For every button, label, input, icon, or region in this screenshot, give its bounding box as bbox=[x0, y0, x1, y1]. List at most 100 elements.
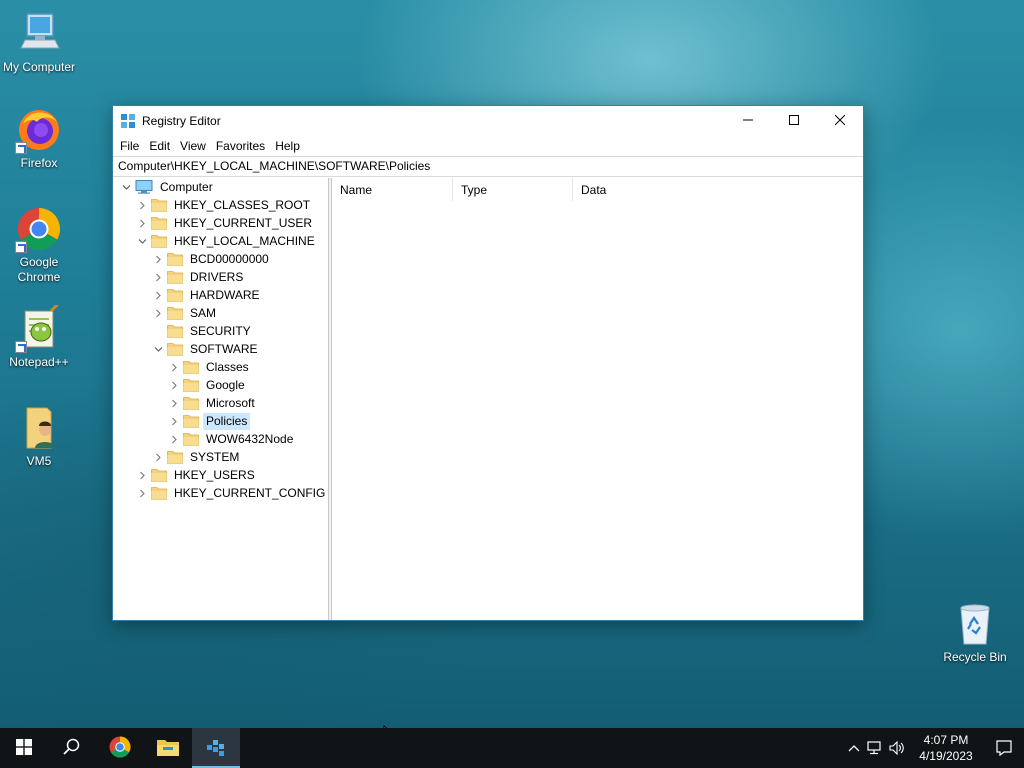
menu-bar: File Edit View Favorites Help bbox=[113, 136, 863, 156]
desktop-icon-recycle-bin[interactable]: Recycle Bin bbox=[936, 600, 1014, 665]
chevron-right-icon[interactable] bbox=[135, 196, 149, 214]
firefox-icon bbox=[15, 106, 63, 154]
volume-icon[interactable] bbox=[886, 741, 908, 755]
minimize-button[interactable] bbox=[725, 106, 771, 136]
desktop-icon-label: VM5 bbox=[26, 454, 52, 468]
folder-icon bbox=[167, 270, 183, 284]
taskbar-chrome-button[interactable] bbox=[96, 728, 144, 768]
desktop-icon-firefox[interactable]: Firefox bbox=[0, 106, 78, 171]
desktop-icon-google-chrome[interactable]: Google Chrome bbox=[0, 205, 78, 285]
tree-item[interactable]: BCD00000000 bbox=[151, 250, 272, 268]
chevron-down-icon[interactable] bbox=[135, 232, 149, 250]
close-button[interactable] bbox=[817, 106, 863, 136]
chevron-right-icon[interactable] bbox=[135, 484, 149, 502]
clock-time: 4:07 PM bbox=[923, 733, 969, 747]
registry-editor-window[interactable]: Registry Editor File Edit View Favorites… bbox=[112, 105, 864, 621]
menu-favorites[interactable]: Favorites bbox=[211, 136, 270, 156]
tree-item[interactable]: HKEY_LOCAL_MACHINE bbox=[135, 232, 318, 250]
notification-center-icon[interactable] bbox=[984, 728, 1024, 768]
tree-item[interactable]: HKEY_CURRENT_CONFIG bbox=[135, 484, 328, 502]
folder-icon bbox=[183, 360, 199, 374]
folder-icon bbox=[167, 252, 183, 266]
folder-icon bbox=[151, 216, 167, 230]
chevron-right-icon[interactable] bbox=[135, 214, 149, 232]
tree-item[interactable]: HKEY_CLASSES_ROOT bbox=[135, 196, 313, 214]
tree-item[interactable]: SOFTWARE bbox=[151, 340, 261, 358]
desktop-icon-vm5[interactable]: VM5 bbox=[0, 404, 78, 469]
tree-item-label: HKEY_LOCAL_MACHINE bbox=[174, 233, 315, 248]
menu-file[interactable]: File bbox=[115, 136, 144, 156]
tree-item[interactable]: Computer bbox=[119, 178, 216, 196]
column-header-name[interactable]: Name bbox=[332, 178, 453, 201]
tree-item[interactable]: HKEY_USERS bbox=[135, 466, 258, 484]
folder-icon bbox=[151, 198, 167, 212]
tree-item[interactable]: DRIVERS bbox=[151, 268, 246, 286]
computer-icon bbox=[135, 180, 153, 194]
desktop-icon-my-computer[interactable]: My Computer bbox=[0, 10, 78, 75]
menu-edit[interactable]: Edit bbox=[144, 136, 175, 156]
chevron-up-icon[interactable] bbox=[844, 744, 864, 752]
start-button[interactable] bbox=[0, 728, 48, 768]
chevron-right-icon[interactable] bbox=[167, 394, 181, 412]
tree-item[interactable]: SAM bbox=[151, 304, 219, 322]
tree-item-label: HARDWARE bbox=[190, 287, 260, 302]
folder-icon bbox=[183, 414, 199, 428]
chevron-right-icon[interactable] bbox=[151, 304, 165, 322]
desktop-icon-label: Notepad++ bbox=[9, 355, 69, 369]
tree-item[interactable]: SECURITY bbox=[151, 322, 254, 340]
search-button[interactable] bbox=[48, 728, 96, 768]
minimize-icon bbox=[743, 114, 753, 128]
tree-item[interactable]: WOW6432Node bbox=[167, 430, 296, 448]
folder-icon bbox=[151, 486, 167, 500]
taskbar-registry-editor-button[interactable] bbox=[192, 728, 240, 768]
chevron-right-icon[interactable] bbox=[151, 250, 165, 268]
folder-icon bbox=[167, 306, 183, 320]
chevron-right-icon[interactable] bbox=[135, 466, 149, 484]
tree-item-label: SOFTWARE bbox=[190, 341, 258, 356]
panes: Computer HKEY_CLASSES_ROOT HKEY_CURRENT_US… bbox=[113, 178, 863, 620]
key-tree[interactable]: Computer HKEY_CLASSES_ROOT HKEY_CURRENT_US… bbox=[113, 178, 329, 620]
tree-item-label: SECURITY bbox=[190, 323, 251, 338]
tree-item[interactable]: HKEY_CURRENT_USER bbox=[135, 214, 315, 232]
chevron-down-icon[interactable] bbox=[151, 340, 165, 358]
tree-item-label: HKEY_USERS bbox=[174, 467, 255, 482]
maximize-button[interactable] bbox=[771, 106, 817, 136]
tree-item[interactable]: Google bbox=[167, 376, 248, 394]
tree-item-label: WOW6432Node bbox=[206, 431, 294, 446]
tree-item[interactable]: SYSTEM bbox=[151, 448, 242, 466]
taskbar-file-explorer-button[interactable] bbox=[144, 728, 192, 768]
chevron-right-icon[interactable] bbox=[151, 448, 165, 466]
chevron-right-icon[interactable] bbox=[167, 358, 181, 376]
column-header-data[interactable]: Data bbox=[573, 178, 723, 201]
tree-item-label: HKEY_CURRENT_USER bbox=[174, 215, 313, 230]
chevron-right-icon[interactable] bbox=[167, 376, 181, 394]
folder-icon bbox=[167, 288, 183, 302]
tree-item-label: Computer bbox=[160, 179, 213, 194]
tree-item[interactable]: Policies bbox=[167, 412, 251, 430]
tree-item[interactable]: HARDWARE bbox=[151, 286, 263, 304]
title-bar[interactable]: Registry Editor bbox=[113, 106, 863, 136]
clock[interactable]: 4:07 PM 4/19/2023 bbox=[914, 732, 978, 764]
menu-view[interactable]: View bbox=[175, 136, 211, 156]
address-bar[interactable]: Computer\HKEY_LOCAL_MACHINE\SOFTWARE\Pol… bbox=[113, 156, 863, 177]
chevron-right-icon[interactable] bbox=[167, 412, 181, 430]
chevron-right-icon[interactable] bbox=[151, 286, 165, 304]
desktop-icon-notepadpp[interactable]: Notepad++ bbox=[0, 301, 78, 370]
folder-icon bbox=[167, 324, 183, 338]
chevron-down-icon[interactable] bbox=[119, 178, 133, 196]
tree-item-label: Classes bbox=[206, 359, 249, 374]
values-list[interactable]: Name Type Data bbox=[332, 178, 863, 620]
menu-help[interactable]: Help bbox=[270, 136, 305, 156]
network-icon[interactable] bbox=[864, 741, 886, 755]
chevron-right-icon[interactable] bbox=[167, 430, 181, 448]
tree-item-label: HKEY_CURRENT_CONFIG bbox=[174, 485, 326, 500]
tree-item[interactable]: Classes bbox=[167, 358, 252, 376]
tree-item-label: Google bbox=[206, 377, 245, 392]
tree-item-label: BCD00000000 bbox=[190, 251, 269, 266]
start-icon bbox=[16, 738, 32, 758]
tree-item[interactable]: Microsoft bbox=[167, 394, 258, 412]
folder-icon bbox=[183, 396, 199, 410]
column-header-type[interactable]: Type bbox=[453, 178, 573, 201]
chevron-right-icon[interactable] bbox=[151, 268, 165, 286]
